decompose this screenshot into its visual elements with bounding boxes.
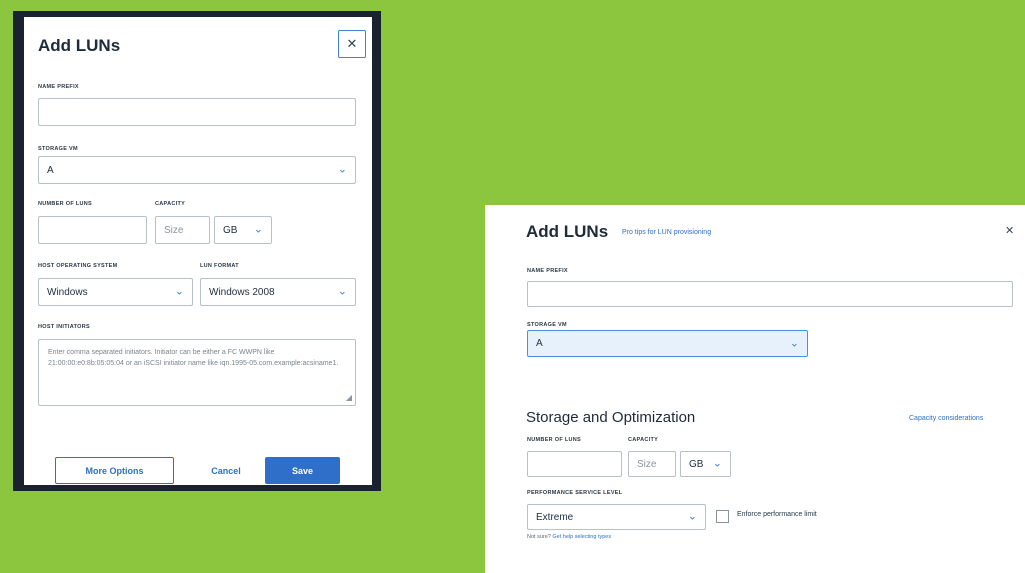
chevron-down-icon: ⌄ <box>337 285 347 298</box>
resize-handle-icon[interactable]: ◢ <box>346 392 352 403</box>
chevron-down-icon: ⌄ <box>337 163 347 176</box>
chevron-down-icon: ⌄ <box>789 337 799 349</box>
new-number-of-luns-label: NUMBER OF LUNS <box>527 437 582 443</box>
new-name-prefix-input[interactable] <box>527 281 1013 307</box>
old-capacity-unit-select[interactable]: GB ⌄ <box>214 216 272 244</box>
chevron-down-icon: ⌄ <box>687 510 697 523</box>
new-close-button[interactable]: ✕ <box>1005 224 1014 237</box>
old-host-os-select[interactable]: Windows ⌄ <box>38 278 193 306</box>
new-capacity-unit-select[interactable]: GB ⌄ <box>680 451 731 477</box>
enforce-performance-limit-checkbox[interactable] <box>716 510 729 523</box>
help-selecting-types-link[interactable]: Get help selecting types <box>552 534 611 540</box>
old-close-button[interactable]: ✕ <box>338 30 366 58</box>
new-storage-vm-label: STORAGE VM <box>527 322 567 328</box>
more-options-button[interactable]: More Options <box>55 457 174 484</box>
old-host-os-label: HOST OPERATING SYSTEM <box>38 263 118 269</box>
enforce-performance-limit-label: Enforce performance limit <box>737 511 817 518</box>
cancel-button[interactable]: Cancel <box>196 457 256 484</box>
old-capacity-label: CAPACITY <box>155 201 186 207</box>
chevron-down-icon: ⌄ <box>174 285 184 298</box>
performance-service-level-select[interactable]: Extreme ⌄ <box>527 504 706 530</box>
not-sure-text: Not sure? <box>527 534 551 540</box>
old-capacity-size-input[interactable]: Size <box>155 216 210 244</box>
old-host-initiators-textarea[interactable]: Enter comma separated initiators. Initia… <box>38 339 356 406</box>
old-dialog-title: Add LUNs <box>38 36 121 55</box>
old-number-of-luns-input[interactable] <box>38 216 147 244</box>
old-lun-format-select[interactable]: Windows 2008 ⌄ <box>200 278 356 306</box>
capacity-considerations-link[interactable]: Capacity considerations <box>909 415 983 422</box>
new-storage-vm-select[interactable]: A ⌄ <box>527 330 808 357</box>
not-sure-help: Not sure? Get help selecting types <box>527 534 611 540</box>
old-storage-vm-label: STORAGE VM <box>38 146 78 152</box>
old-host-initiators-label: HOST INITIATORS <box>38 324 90 330</box>
new-capacity-label: CAPACITY <box>628 437 659 443</box>
chevron-down-icon: ⌄ <box>253 223 263 236</box>
old-name-prefix-input[interactable] <box>38 98 356 126</box>
old-number-of-luns-label: NUMBER OF LUNS <box>38 201 93 207</box>
new-name-prefix-label: NAME PREFIX <box>527 268 568 274</box>
new-capacity-size-input[interactable]: Size <box>628 451 676 477</box>
old-name-prefix-label: NAME PREFIX <box>38 84 79 90</box>
chevron-down-icon: ⌄ <box>712 457 722 470</box>
section-title: Storage and Optimization <box>526 409 696 426</box>
pro-tips-link[interactable]: Pro tips for LUN provisioning <box>622 229 711 236</box>
new-dialog-title: Add LUNs <box>526 222 609 241</box>
close-icon: ✕ <box>346 36 358 51</box>
old-storage-vm-select[interactable]: A ⌄ <box>38 156 356 184</box>
save-button[interactable]: Save <box>265 457 340 484</box>
old-lun-format-label: LUN FORMAT <box>200 263 239 269</box>
new-number-of-luns-input[interactable] <box>527 451 622 477</box>
close-icon: ✕ <box>1005 225 1015 237</box>
performance-service-level-label: PERFORMANCE SERVICE LEVEL <box>527 490 623 496</box>
